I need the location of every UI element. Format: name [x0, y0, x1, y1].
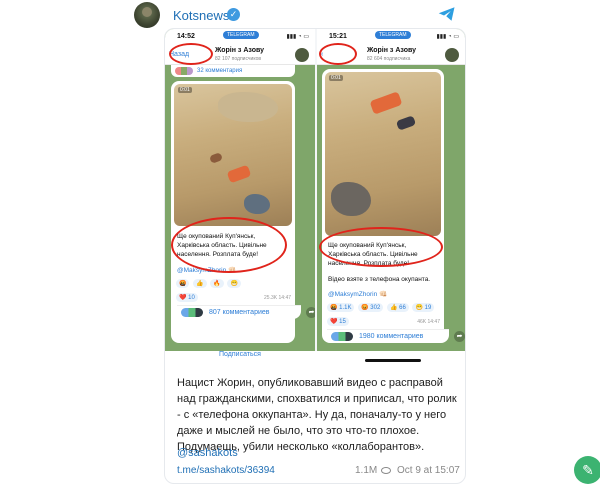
red-circle-annotation — [319, 227, 443, 267]
reaction-chip: 😁 19 — [412, 303, 435, 312]
commenter-avatars — [331, 332, 353, 341]
left-phone-screenshot: 14:52 TELEGRAM ▮▮▮ ◔ ▭ Назад Жорін з Азо… — [165, 29, 315, 351]
comments-count: 807 комментариев — [209, 309, 270, 316]
video-duration: 0:01 — [178, 87, 192, 93]
share-icon: ➦ — [454, 331, 465, 342]
chat-subscribers: 82 604 подписчика — [367, 56, 411, 62]
reactions-row: 🤬 1.1K 😡 302 👍 66 😁 19 — [327, 303, 436, 312]
post-caption: Нацист Жорин, опубликовавший видео с рас… — [177, 377, 457, 453]
comments-count: 1980 комментариев — [359, 333, 424, 340]
reaction-chip: ❤️ 10 — [176, 293, 198, 302]
message-timestamp: 25.3K 14:47 — [264, 295, 291, 301]
signal-icon: ▮▮▮ ◔ ▭ — [286, 34, 309, 40]
comments-bar: 807 комментариев ➦ — [177, 305, 315, 319]
chat-avatar — [295, 48, 309, 62]
message-bubble: 0:01 Ще окупований Куп'янськ, Харківська… — [171, 81, 315, 343]
reaction-chip: 😁 — [227, 279, 241, 288]
reaction-chip: 👍 66 — [386, 303, 409, 312]
reaction-chip: ❤️ 15 — [327, 317, 349, 326]
commenter-avatars — [175, 67, 193, 75]
chat-title: Жорін з Азову — [367, 47, 416, 54]
channel-name[interactable]: Kotsnews — [173, 8, 229, 23]
video-duration: 0:01 — [329, 75, 343, 81]
share-icon: ➦ — [306, 307, 315, 318]
message-extra-line: Відео взяте з телефона окупанта. — [328, 276, 431, 283]
verified-check-icon: ✓ — [227, 8, 240, 21]
subscribe-link: Подписаться — [219, 351, 261, 358]
reaction-chip: 👍 — [193, 279, 207, 288]
post-date[interactable]: Oct 9 at 15:07 — [397, 465, 460, 476]
telegram-pill: TELEGRAM — [223, 31, 259, 39]
reaction-chip: 😡 302 — [358, 303, 384, 312]
video-thumbnail: 0:01 — [325, 72, 441, 236]
channel-avatar[interactable] — [134, 2, 160, 28]
message-timestamp: 46K 14:47 — [417, 319, 440, 325]
reaction-chip: 🤬 — [176, 279, 190, 288]
post-permalink[interactable]: t.me/sashakots/36394 — [177, 465, 275, 476]
telegram-plane-icon[interactable] — [438, 6, 456, 22]
reactions-row-2: ❤️ 10 — [176, 293, 200, 302]
commenter-avatars — [181, 308, 203, 317]
chat-subscribers: 82 107 подписчиков — [215, 56, 262, 62]
reaction-chip: 🤬 1.1K — [327, 303, 355, 312]
top-comments-count: 32 комментария — [197, 68, 243, 74]
author-link[interactable]: @sashakots — [177, 447, 238, 459]
author-handle: @MaksymZhorin 👊🏻 — [328, 291, 388, 298]
post-image-collage[interactable]: 14:52 TELEGRAM ▮▮▮ ◔ ▭ Назад Жорін з Азо… — [165, 29, 465, 362]
eye-icon — [381, 467, 391, 474]
chat-title: Жорін з Азову — [215, 47, 264, 54]
telegram-pill: TELEGRAM — [375, 31, 411, 39]
home-indicator — [365, 359, 421, 362]
view-count: 1.1M — [355, 465, 378, 476]
video-thumbnail: 0:01 — [174, 84, 292, 226]
reaction-chip: 🔥 — [210, 279, 224, 288]
right-phone-screenshot: 15:21 TELEGRAM ▮▮▮ ◔ ▭ ‹ Жорін з Азову 8… — [317, 29, 465, 351]
post-card: 14:52 TELEGRAM ▮▮▮ ◔ ▭ Назад Жорін з Азо… — [164, 28, 466, 484]
status-time: 14:52 — [177, 33, 195, 40]
top-comments-strip: 32 комментария — [171, 65, 295, 77]
signal-icon: ▮▮▮ ◔ ▭ — [436, 34, 459, 40]
reactions-row: 🤬 👍 🔥 😁 — [176, 279, 243, 288]
red-circle-annotation — [169, 43, 213, 65]
red-circle-annotation — [319, 43, 357, 65]
chat-bubble-icon[interactable]: ✎ — [574, 456, 600, 484]
message-bubble: 0:01 Ще окупований Куп'янськ, Харківська… — [322, 69, 465, 343]
red-circle-annotation — [171, 217, 287, 273]
reactions-row-2: ❤️ 15 — [327, 317, 351, 326]
chat-avatar — [445, 48, 459, 62]
comments-bar: 1980 комментариев ➦ — [327, 329, 465, 343]
status-time: 15:21 — [329, 33, 347, 40]
